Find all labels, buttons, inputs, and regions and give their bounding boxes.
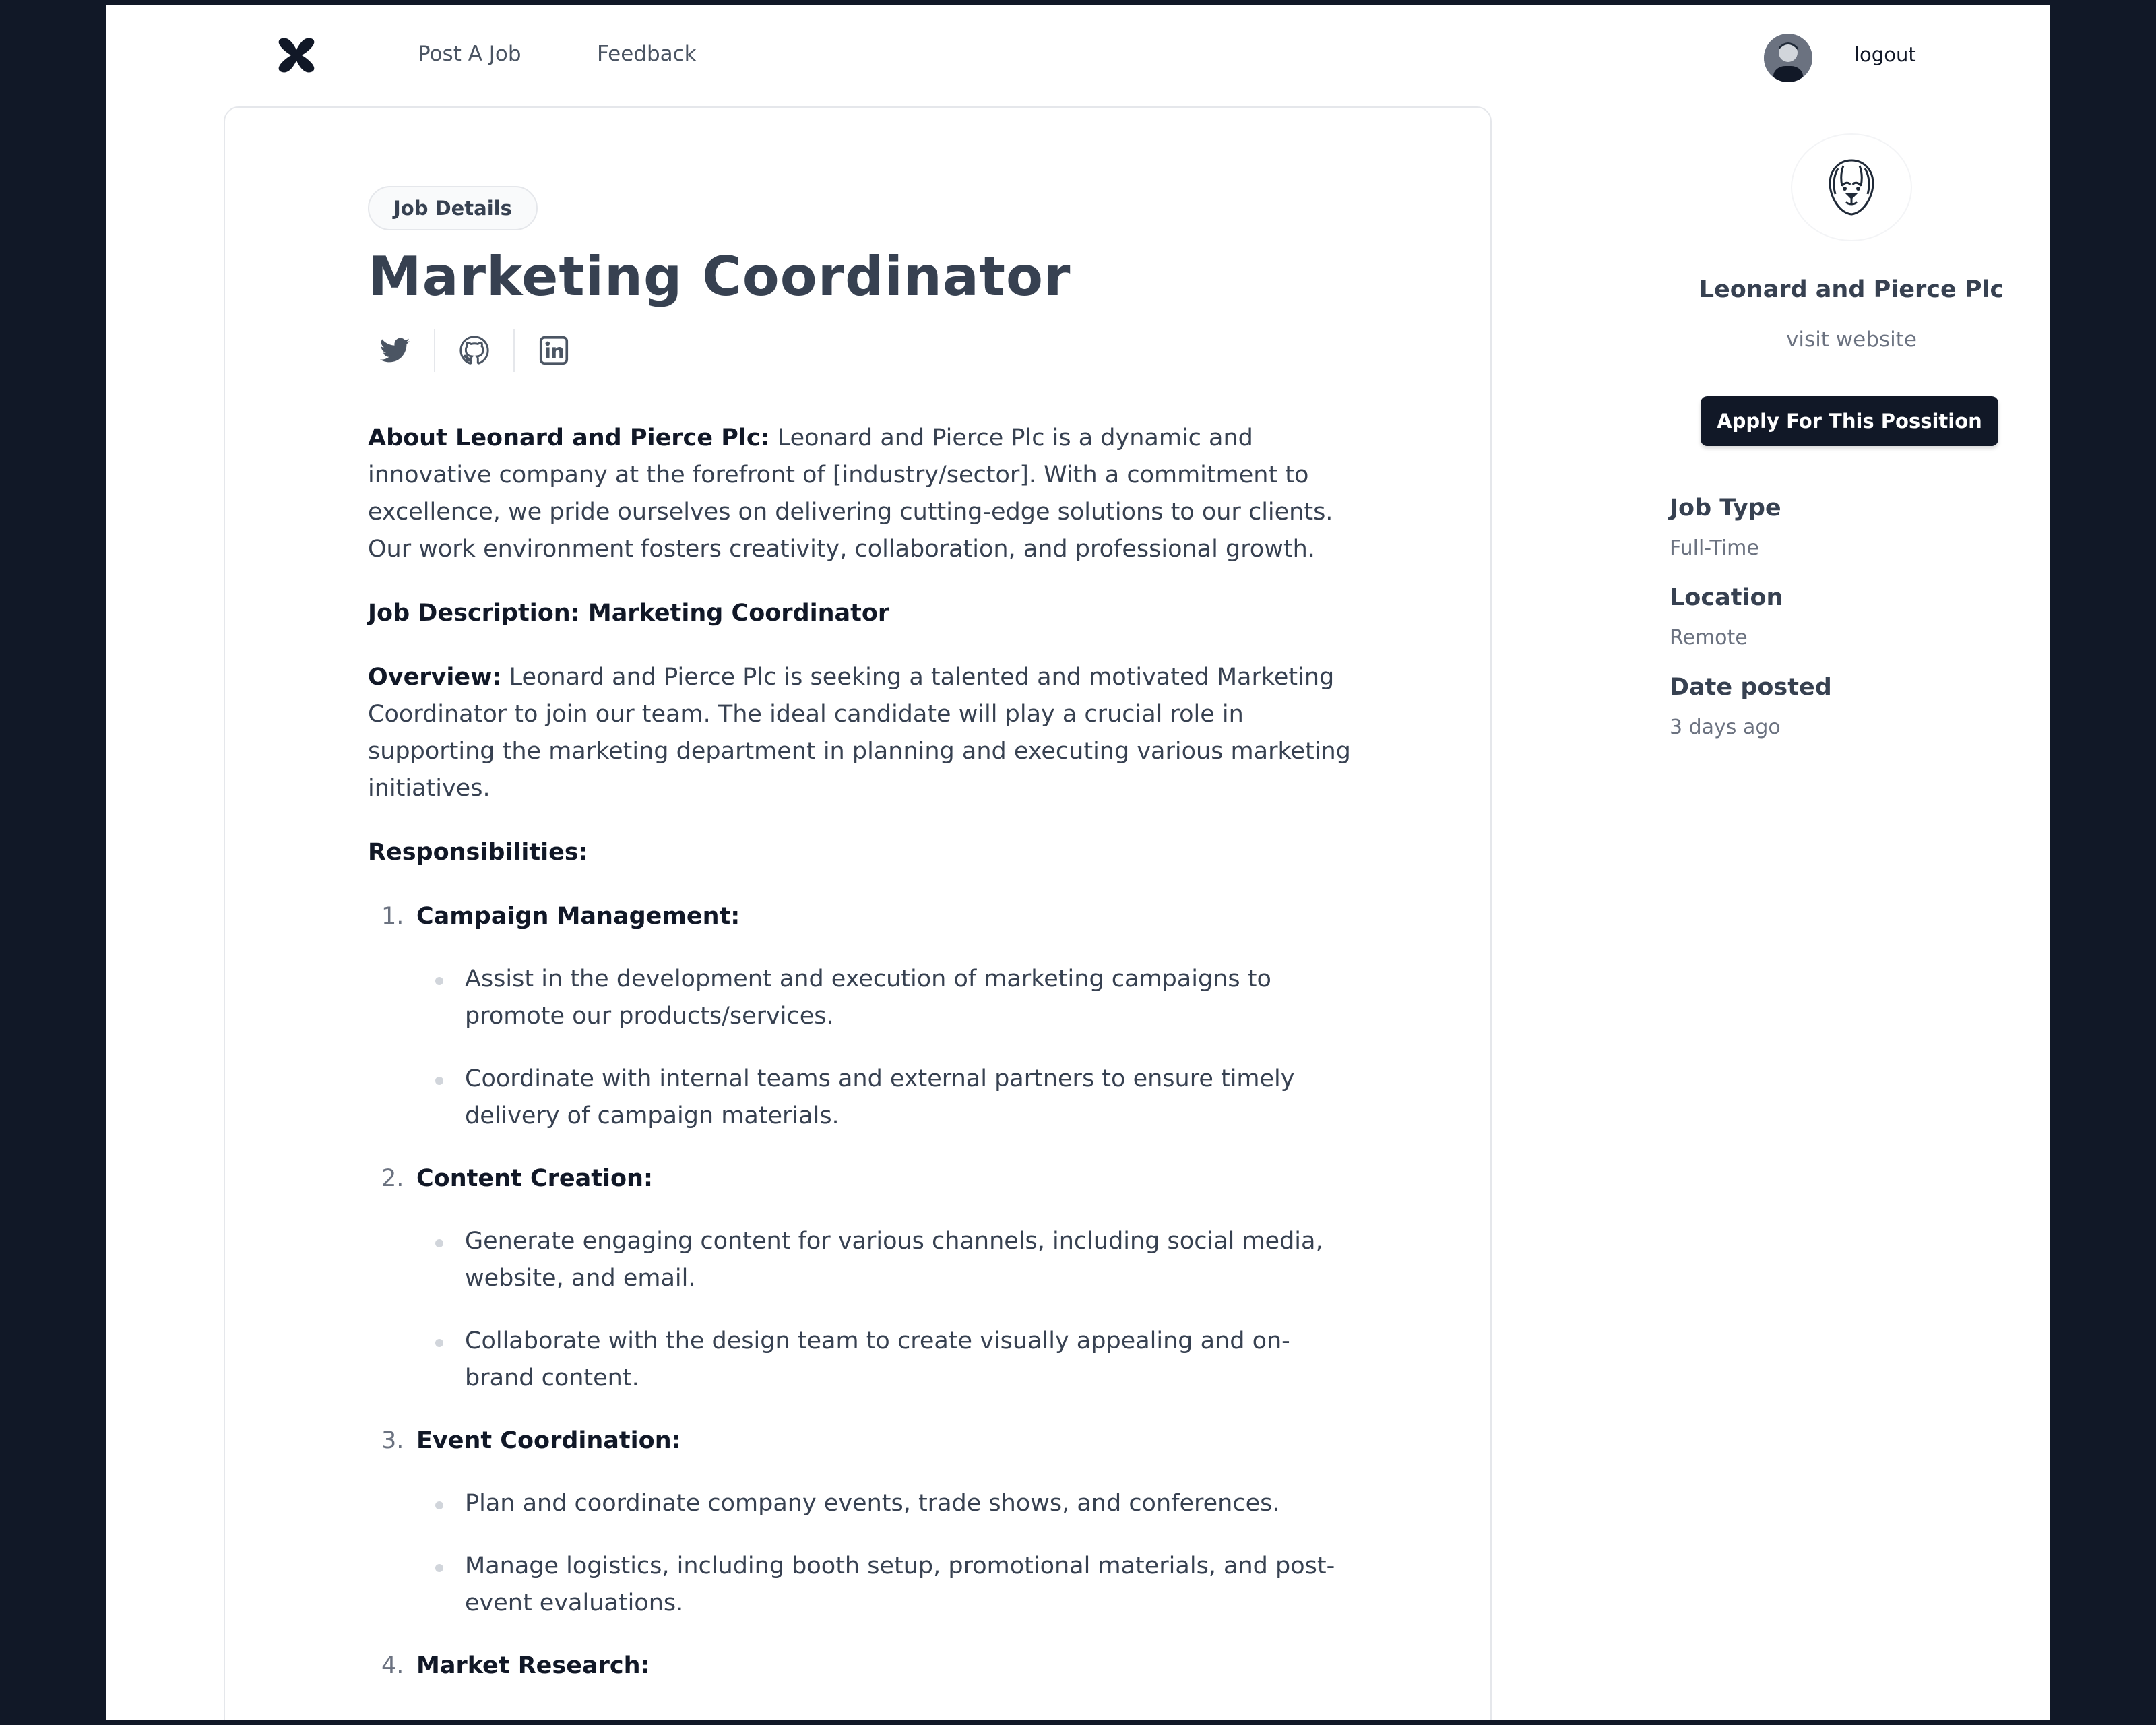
- social-divider: [434, 329, 435, 372]
- overview-text: Leonard and Pierce Plc is seeking a tale…: [368, 664, 1351, 802]
- about-label: About Leonard and Pierce Plc:: [368, 425, 770, 451]
- list-item: Manage logistics, including booth setup,…: [416, 1548, 1352, 1622]
- responsibility-item: 3. Event Coordination: Plan and coordina…: [368, 1422, 1352, 1622]
- overview-paragraph: Overview: Leonard and Pierce Plc is seek…: [368, 659, 1352, 807]
- job-type-label: Job Type: [1670, 495, 1781, 522]
- location-label: Location: [1670, 584, 1783, 611]
- responsibility-title: Event Coordination:: [416, 1427, 681, 1454]
- description-heading: Job Description: Marketing Coordinator: [368, 600, 890, 627]
- app-window: Post A Job Feedback logout Job Details M…: [106, 5, 2050, 1720]
- job-details-card: Job Details Marketing Coordinator About …: [224, 106, 1492, 1720]
- avatar[interactable]: [1764, 34, 1812, 82]
- lion-logo-icon: [1829, 159, 1874, 216]
- nav-feedback[interactable]: Feedback: [597, 42, 697, 66]
- list-item: Generate engaging content for various ch…: [416, 1223, 1352, 1297]
- responsibility-title: Campaign Management:: [416, 903, 740, 930]
- social-divider: [513, 329, 515, 372]
- job-type-value: Full-Time: [1670, 536, 1759, 560]
- responsibility-item: 2. Content Creation: Generate engaging c…: [368, 1160, 1352, 1397]
- list-number: 2.: [381, 1165, 404, 1192]
- social-links: [368, 327, 1352, 374]
- responsibilities-list: 1. Campaign Management: Assist in the de…: [368, 898, 1352, 1685]
- responsibility-sublist: Generate engaging content for various ch…: [416, 1223, 1352, 1397]
- responsibility-sublist: Plan and coordinate company events, trad…: [416, 1485, 1352, 1622]
- responsibility-item: 1. Campaign Management: Assist in the de…: [368, 898, 1352, 1135]
- list-number: 4.: [381, 1652, 404, 1679]
- github-icon[interactable]: [447, 327, 501, 374]
- visit-website-link[interactable]: visit website: [1562, 327, 2050, 352]
- location-value: Remote: [1670, 626, 1748, 650]
- responsibility-sublist: Assist in the development and execution …: [416, 961, 1352, 1135]
- logout-link[interactable]: logout: [1854, 43, 1916, 66]
- date-posted-label: Date posted: [1670, 674, 1832, 701]
- nav-post-a-job[interactable]: Post A Job: [418, 42, 521, 66]
- date-posted-value: 3 days ago: [1670, 716, 1781, 739]
- list-item: Collaborate with the design team to crea…: [416, 1323, 1352, 1397]
- job-description: About Leonard and Pierce Plc: Leonard an…: [368, 420, 1352, 1685]
- responsibilities-heading: Responsibilities:: [368, 839, 588, 866]
- overview-label: Overview:: [368, 664, 502, 691]
- responsibility-title: Content Creation:: [416, 1165, 653, 1192]
- responsibility-item: 4. Market Research:: [368, 1648, 1352, 1685]
- list-number: 3.: [381, 1427, 404, 1454]
- description-heading-paragraph: Job Description: Marketing Coordinator: [368, 595, 1352, 632]
- twitter-icon[interactable]: [368, 327, 422, 374]
- linkedin-icon[interactable]: [527, 327, 581, 374]
- job-meta: Job Type Full-Time Location Remote Date …: [1670, 495, 2050, 763]
- list-number: 1.: [381, 903, 404, 930]
- list-item: Coordinate with internal teams and exter…: [416, 1061, 1352, 1135]
- apply-button[interactable]: Apply For This Possition: [1701, 396, 1998, 446]
- company-logo: [1791, 133, 1912, 241]
- job-content: Job Details Marketing Coordinator About …: [368, 186, 1352, 1710]
- responsibility-title: Market Research:: [416, 1652, 650, 1679]
- responsibilities-heading-paragraph: Responsibilities:: [368, 834, 1352, 871]
- top-header: Post A Job Feedback logout: [106, 5, 2050, 106]
- about-paragraph: About Leonard and Pierce Plc: Leonard an…: [368, 420, 1352, 568]
- company-name: Leonard and Pierce Plc: [1699, 276, 2004, 303]
- list-item: Assist in the development and execution …: [416, 961, 1352, 1035]
- app-logo-icon[interactable]: [275, 35, 318, 75]
- list-item: Plan and coordinate company events, trad…: [416, 1485, 1352, 1522]
- job-details-badge: Job Details: [368, 186, 538, 230]
- job-title: Marketing Coordinator: [368, 245, 1071, 308]
